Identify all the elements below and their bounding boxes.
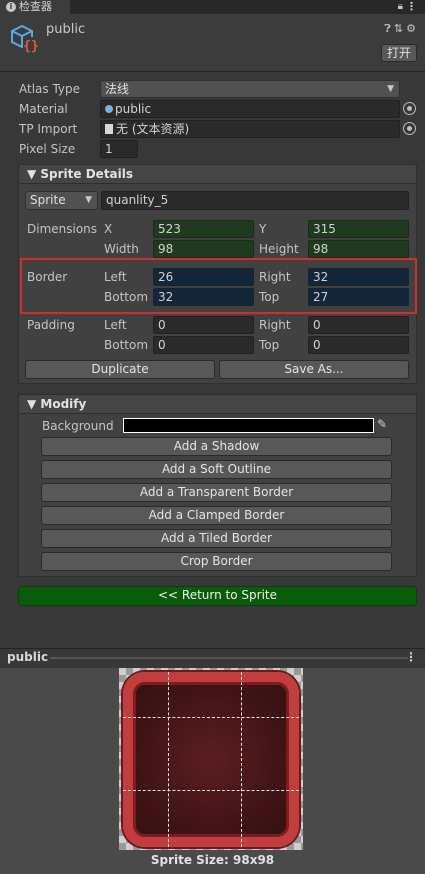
- page-title: public: [46, 22, 86, 37]
- collapse-arrow-icon: ▼: [27, 167, 41, 181]
- sprite-size-caption: Sprite Size: 98x98: [150, 853, 275, 867]
- border-guide-right: [241, 672, 242, 847]
- help-icon[interactable]: ❓︎: [384, 22, 394, 35]
- padding-label: Padding: [27, 318, 75, 332]
- x-field[interactable]: 523: [153, 220, 254, 238]
- tp-import-field[interactable]: 无 (文本资源): [100, 120, 400, 138]
- drag-handle[interactable]: [50, 657, 408, 659]
- tab-bar: i 检查器 🔒︎ ⋮: [0, 0, 425, 14]
- width-label: Width: [104, 242, 139, 256]
- gear-icon[interactable]: ⚙: [406, 22, 419, 35]
- add-clamped-border-button[interactable]: Add a Clamped Border: [41, 506, 392, 525]
- sprite-preview: [123, 672, 299, 847]
- pixel-size-field[interactable]: 1: [100, 140, 138, 158]
- lock-icon[interactable]: 🔒︎: [398, 0, 403, 14]
- header-icons: ❓︎⇅⚙: [384, 22, 419, 36]
- preview-header: public ⋮: [0, 648, 425, 668]
- border-left-label: Left: [104, 270, 127, 284]
- save-as-button[interactable]: Save As...: [219, 360, 409, 379]
- kebab-menu-icon[interactable]: ⋮: [406, 0, 417, 14]
- border-guide-bottom: [123, 790, 299, 791]
- object-picker-icon[interactable]: [403, 122, 416, 135]
- padding-top-label: Top: [259, 338, 280, 352]
- info-icon: i: [6, 2, 16, 12]
- tab-inspector[interactable]: i 检查器: [0, 0, 70, 14]
- text-asset-icon: [105, 124, 113, 134]
- height-field[interactable]: 98: [308, 240, 409, 258]
- material-icon: [105, 105, 113, 113]
- border-guide-top: [123, 717, 299, 718]
- border-label: Border: [27, 270, 68, 284]
- duplicate-button[interactable]: Duplicate: [25, 360, 215, 379]
- dimensions-label: Dimensions: [27, 222, 98, 236]
- material-label: Material: [19, 102, 68, 116]
- add-shadow-button[interactable]: Add a Shadow: [41, 437, 392, 456]
- material-field[interactable]: public: [100, 100, 400, 118]
- padding-bottom-label: Bottom: [104, 338, 149, 352]
- sprite-dropdown[interactable]: Sprite ▼: [25, 191, 98, 210]
- pixel-size-label: Pixel Size: [19, 142, 76, 156]
- background-label: Background: [42, 419, 114, 433]
- padding-bottom-field[interactable]: 0: [153, 336, 254, 354]
- cube-script-icon: {}: [11, 24, 39, 54]
- border-bottom-field[interactable]: 32: [153, 288, 254, 306]
- y-field[interactable]: 315: [308, 220, 409, 238]
- padding-left-field[interactable]: 0: [153, 316, 254, 334]
- collapse-arrow-icon: ▼: [27, 397, 41, 411]
- height-label: Height: [259, 242, 299, 256]
- svg-text:{}: {}: [23, 39, 39, 54]
- dropdown-arrow-icon: ▼: [85, 195, 92, 205]
- border-right-field[interactable]: 32: [308, 268, 409, 286]
- width-field[interactable]: 98: [153, 240, 254, 258]
- padding-left-label: Left: [104, 318, 127, 332]
- border-left-field[interactable]: 26: [153, 268, 254, 286]
- padding-right-label: Right: [259, 318, 291, 332]
- atlas-type-value: 法线: [105, 82, 130, 96]
- border-bottom-label: Bottom: [104, 290, 149, 304]
- y-label: Y: [259, 222, 267, 236]
- x-label: X: [104, 222, 113, 236]
- add-transparent-border-button[interactable]: Add a Transparent Border: [41, 483, 392, 502]
- add-tiled-border-button[interactable]: Add a Tiled Border: [41, 529, 392, 548]
- crop-border-button[interactable]: Crop Border: [41, 552, 392, 571]
- padding-top-field[interactable]: 0: [308, 336, 409, 354]
- border-top-label: Top: [259, 290, 280, 304]
- sprite-details-header[interactable]: ▼ Sprite Details: [18, 164, 417, 184]
- eyedropper-icon[interactable]: ✎: [377, 417, 387, 431]
- dropdown-arrow-icon: ▼: [387, 84, 394, 94]
- kebab-menu-icon[interactable]: ⋮: [405, 650, 417, 664]
- sprite-name-field[interactable]: quanlity_5: [101, 191, 409, 210]
- tp-import-label: TP Import: [19, 122, 78, 136]
- open-button[interactable]: 打开: [381, 44, 417, 62]
- preview-title: public: [7, 650, 49, 664]
- add-soft-outline-button[interactable]: Add a Soft Outline: [41, 460, 392, 479]
- object-picker-icon[interactable]: [403, 102, 416, 115]
- border-right-label: Right: [259, 270, 291, 284]
- background-color-field[interactable]: [123, 418, 374, 433]
- border-top-field[interactable]: 27: [308, 288, 409, 306]
- atlas-type-dropdown[interactable]: 法线 ▼: [100, 80, 400, 98]
- modify-header[interactable]: ▼ Modify: [18, 394, 417, 414]
- padding-right-field[interactable]: 0: [308, 316, 409, 334]
- border-guide-left: [168, 672, 169, 847]
- atlas-type-label: Atlas Type: [19, 82, 81, 96]
- return-to-sprite-button[interactable]: << Return to Sprite: [18, 586, 417, 606]
- settings-sliders-icon[interactable]: ⇅: [394, 22, 406, 35]
